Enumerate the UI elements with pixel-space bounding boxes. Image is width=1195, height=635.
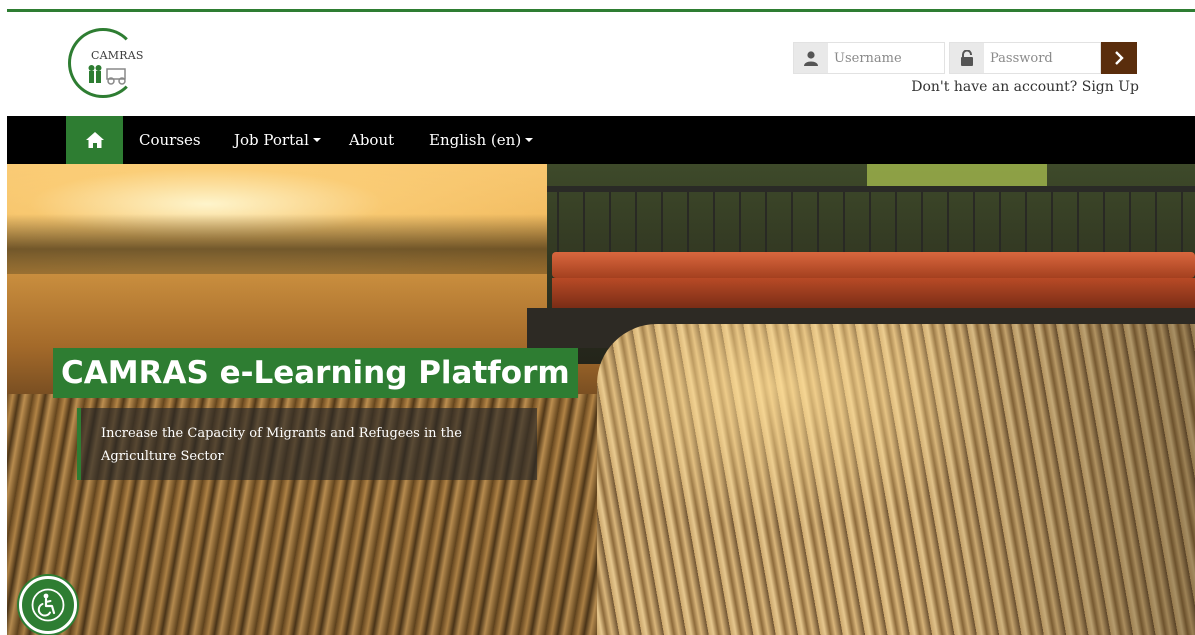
accessibility-icon	[31, 588, 65, 622]
hero-harvester-header	[552, 252, 1195, 278]
hero-banner: CAMRAS e-Learning Platform Increase the …	[7, 164, 1195, 635]
nav-item-about[interactable]: About	[349, 116, 394, 164]
username-field	[793, 42, 945, 74]
hero-harvester-tines	[557, 192, 1195, 252]
nav-home-button[interactable]	[66, 116, 123, 164]
site-header: CAMRAS Don't have an	[0, 12, 1195, 116]
nav-item-label: Job Portal	[234, 131, 309, 149]
nav-item-label: English (en)	[429, 131, 522, 149]
nav-item-label: About	[349, 131, 395, 149]
hero-subtitle: Increase the Capacity of Migrants and Re…	[77, 408, 537, 480]
hero-title: CAMRAS e-Learning Platform	[53, 348, 578, 398]
logo-people-tractor-icon	[88, 65, 126, 85]
hero-harvester-auger	[552, 278, 1195, 308]
username-input[interactable]	[828, 43, 944, 73]
user-icon	[794, 43, 828, 73]
logo-text: CAMRAS	[91, 49, 144, 62]
login-form	[793, 42, 1137, 74]
chevron-right-icon	[1115, 51, 1124, 65]
nav-item-job-portal[interactable]: Job Portal	[234, 116, 321, 164]
password-field	[949, 42, 1101, 74]
password-input[interactable]	[984, 43, 1100, 73]
site-logo[interactable]: CAMRAS	[68, 28, 143, 98]
signup-link[interactable]: Don't have an account? Sign Up	[911, 79, 1139, 95]
hero-wheat-shade	[907, 324, 1195, 635]
lock-icon	[950, 43, 984, 73]
nav-item-language[interactable]: English (en)	[429, 116, 534, 164]
accessibility-button[interactable]	[19, 576, 77, 634]
signup-prompt: Don't have an account? Sign Up	[911, 79, 1139, 95]
caret-down-icon	[525, 138, 534, 142]
nav-item-courses[interactable]: Courses	[139, 116, 201, 164]
caret-down-icon	[312, 138, 321, 142]
main-navbar: Courses Job Portal About English (en)	[7, 116, 1195, 164]
login-submit-button[interactable]	[1101, 42, 1137, 74]
home-icon	[85, 132, 104, 148]
nav-item-label: Courses	[139, 131, 201, 149]
